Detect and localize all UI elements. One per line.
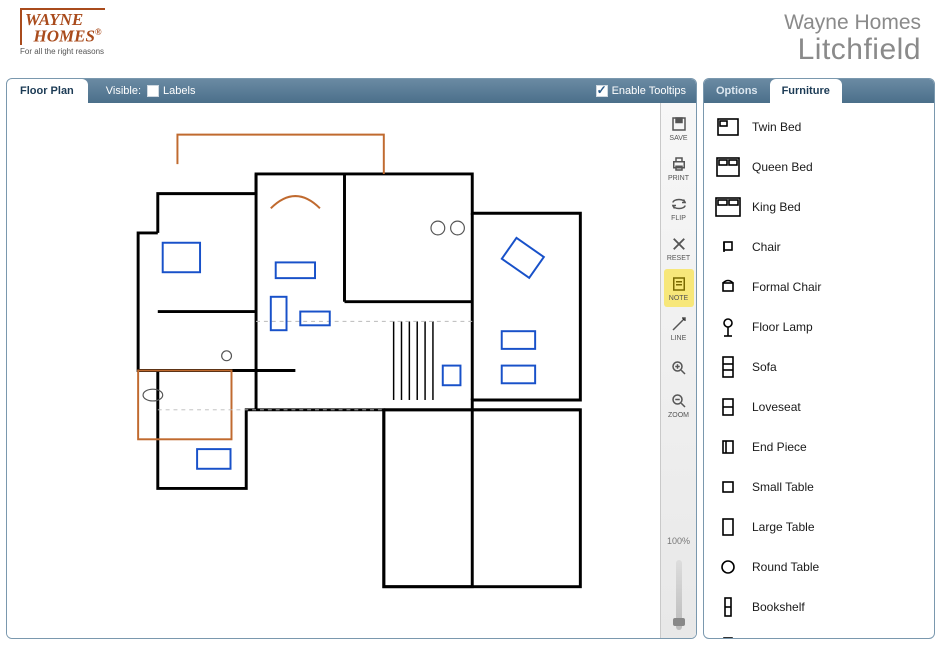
furniture-item-twin-bed[interactable]: Twin Bed <box>710 107 932 147</box>
chair-icon <box>714 233 742 261</box>
king-bed-icon <box>714 193 742 221</box>
note-icon <box>670 275 688 293</box>
print-button[interactable]: PRINT <box>664 149 694 187</box>
furniture-item-king-bed[interactable]: King Bed <box>710 187 932 227</box>
zoom-in-icon <box>670 359 688 377</box>
line-button[interactable]: LINE <box>664 309 694 347</box>
note-button[interactable]: NOTE <box>664 269 694 307</box>
furniture-item-label: Small Table <box>752 480 814 494</box>
tab-options[interactable]: Options <box>704 79 770 103</box>
line-icon <box>670 315 688 333</box>
flip-icon <box>670 195 688 213</box>
furniture-item-large-table[interactable]: Large Table <box>710 507 932 547</box>
furniture-item-small-table[interactable]: Small Table <box>710 467 932 507</box>
save-button[interactable]: SAVE <box>664 109 694 147</box>
placed-table[interactable] <box>197 449 230 469</box>
furniture-item-label: Queen Bed <box>752 160 813 174</box>
end-piece-icon <box>714 433 742 461</box>
furniture-item-label: Round Table <box>752 560 819 574</box>
furniture-item-label: End Piece <box>752 440 807 454</box>
furniture-item-label: Chair <box>752 240 781 254</box>
floor-plan-canvas[interactable] <box>37 115 652 626</box>
twin-bed-icon <box>714 113 742 141</box>
tab-furniture[interactable]: Furniture <box>770 79 842 103</box>
furniture-item-round-table[interactable]: Round Table <box>710 547 932 587</box>
furniture-item-label: Sofa <box>752 360 777 374</box>
placed-sofa-1[interactable] <box>276 262 315 278</box>
save-icon <box>670 115 688 133</box>
large-table-icon <box>714 513 742 541</box>
visible-label: Visible: <box>106 85 141 97</box>
logo-line2: HOMES <box>34 27 95 46</box>
small-table-icon <box>714 473 742 501</box>
side-panel: Options Furniture Twin Bed Queen Bed King … <box>703 78 935 639</box>
zoom-percent: 100% <box>667 536 690 552</box>
furniture-list[interactable]: Twin Bed Queen Bed King Bed Chair Formal Cha… <box>704 103 934 638</box>
furniture-item-label: Twin Bed <box>752 120 801 134</box>
zoom-slider[interactable] <box>676 560 682 630</box>
tooltips-checkbox-label: Enable Tooltips <box>612 85 686 97</box>
furniture-item-label: Formal Chair <box>752 280 821 294</box>
furniture-item-label: King Bed <box>752 200 801 214</box>
placed-bed-br2[interactable] <box>502 238 544 278</box>
furniture-item-queen-bed[interactable]: Queen Bed <box>710 147 932 187</box>
title-company: Wayne Homes <box>784 12 921 34</box>
placed-twin-1[interactable] <box>502 331 535 349</box>
loveseat-icon <box>714 393 742 421</box>
round-table-icon <box>714 553 742 581</box>
print-icon <box>670 155 688 173</box>
furniture-item-loveseat[interactable]: Loveseat <box>710 387 932 427</box>
placed-twin-2[interactable] <box>502 366 535 384</box>
furniture-item-floor-lamp[interactable]: Floor Lamp <box>710 307 932 347</box>
plan-toolbar: Floor Plan Visible: Labels Enable Toolti… <box>7 79 696 103</box>
logo-tagline: For all the right reasons <box>20 47 120 56</box>
floor-lamp-icon <box>714 313 742 341</box>
reset-icon <box>670 235 688 253</box>
bookshelf-icon <box>714 593 742 621</box>
placed-bed-master[interactable] <box>163 243 200 272</box>
page-title: Wayne Homes Litchfield <box>784 8 921 66</box>
labels-checkbox[interactable] <box>147 85 159 97</box>
placed-loveseat[interactable] <box>300 312 329 326</box>
floor-plan-panel: Floor Plan Visible: Labels Enable Toolti… <box>6 78 697 639</box>
zoom-in-button[interactable] <box>664 349 694 387</box>
large-desk-icon <box>714 633 742 638</box>
furniture-item-chair[interactable]: Chair <box>710 227 932 267</box>
furniture-item-formal-chair[interactable]: Formal Chair <box>710 267 932 307</box>
furniture-item-end-piece[interactable]: End Piece <box>710 427 932 467</box>
queen-bed-icon <box>714 153 742 181</box>
zoom-out-button[interactable]: ZOOM <box>664 389 694 421</box>
brand-logo: WAYNE HOMES® For all the right reasons <box>20 8 120 68</box>
furniture-item-bookshelf[interactable]: Bookshelf <box>710 587 932 627</box>
furniture-item-label: Floor Lamp <box>752 320 813 334</box>
reset-button[interactable]: RESET <box>664 229 694 267</box>
placed-sofa-2[interactable] <box>271 297 287 330</box>
placed-fridge[interactable] <box>443 366 461 386</box>
furniture-item-label: Loveseat <box>752 400 801 414</box>
furniture-item-sofa[interactable]: Sofa <box>710 347 932 387</box>
formal-chair-icon <box>714 273 742 301</box>
sofa-icon <box>714 353 742 381</box>
tooltips-checkbox[interactable] <box>596 85 608 97</box>
zoom-out-icon <box>670 392 688 410</box>
tab-floor-plan[interactable]: Floor Plan <box>6 79 88 103</box>
tool-strip: SAVE PRINT FLIP RESET NOTE <box>660 103 696 638</box>
title-model: Litchfield <box>784 34 921 66</box>
labels-checkbox-label: Labels <box>163 85 195 97</box>
furniture-item-label: Bookshelf <box>752 600 805 614</box>
furniture-item-label: Large Table <box>752 520 815 534</box>
furniture-item-large-desk[interactable]: Large Desk <box>710 627 932 638</box>
flip-button[interactable]: FLIP <box>664 189 694 227</box>
